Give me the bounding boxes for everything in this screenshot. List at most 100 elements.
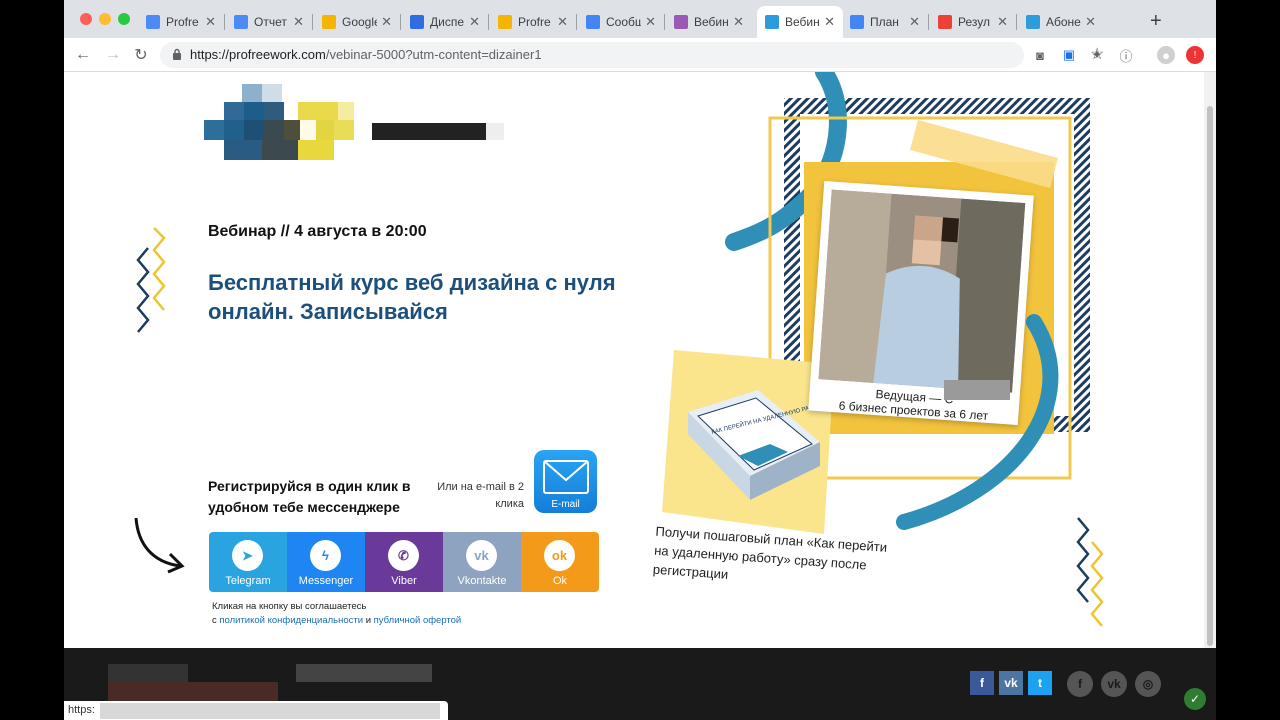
footer-blurred-text-2	[296, 664, 432, 682]
tab-8[interactable]: Вебин ✕	[757, 6, 843, 38]
minimize-window-button[interactable]	[99, 13, 111, 25]
tab-10[interactable]: Резул ✕	[930, 6, 1016, 38]
messenger-label: Telegram	[225, 575, 271, 587]
book-illustration: КАК ПЕРЕЙТИ НА УДАЛЕННУЮ РАБОТУ	[688, 390, 826, 500]
vkontakte-button[interactable]: vk Vkontakte	[443, 532, 521, 592]
facebook-icon[interactable]: f	[970, 671, 994, 695]
tab-close-icon[interactable]: ✕	[293, 14, 304, 30]
tab-6[interactable]: Сообщ ✕	[578, 6, 664, 38]
tab-separator	[664, 14, 665, 30]
tab-9[interactable]: План ✕	[842, 6, 928, 38]
tab-label: Вебин	[785, 15, 820, 29]
viber-button[interactable]: ✆ Viber	[365, 532, 443, 592]
tab-close-icon[interactable]: ✕	[909, 14, 920, 30]
tab-close-icon[interactable]: ✕	[645, 14, 656, 30]
gmail-icon	[938, 15, 952, 29]
browser-toolbar: ← → ↻ https://profreework.com/vebinar-50…	[64, 38, 1216, 72]
telegram-button[interactable]: ➤ Telegram	[209, 532, 287, 592]
tab-close-icon[interactable]: ✕	[205, 14, 216, 30]
tab-2[interactable]: Отчет ✕	[226, 6, 312, 38]
tab-11[interactable]: Абоне ✕	[1018, 6, 1104, 38]
consent-and: и	[365, 615, 372, 626]
public-offer-link[interactable]: публичной офертой	[374, 615, 462, 626]
alert-icon[interactable]: !	[1186, 46, 1204, 64]
email-register-button[interactable]: E-mail	[534, 450, 597, 513]
close-window-button[interactable]	[80, 13, 92, 25]
tab-separator	[400, 14, 401, 30]
tab-close-icon[interactable]: ✕	[381, 14, 392, 30]
puzzle-icon[interactable]: ✦	[1088, 46, 1106, 64]
scrollbar-thumb[interactable]	[1207, 106, 1213, 646]
host-name-blurred	[944, 380, 1010, 400]
twitter-icon[interactable]: t	[1028, 671, 1052, 695]
tab-separator	[928, 14, 929, 30]
maximize-window-button[interactable]	[118, 13, 130, 25]
privacy-policy-link[interactable]: политикой конфиденциальности	[219, 615, 363, 626]
analytics-icon	[322, 15, 336, 29]
register-title: Регистрируйся в один клик в удобном тебе…	[208, 478, 411, 515]
tab-label: Profre	[166, 15, 199, 29]
lock-icon	[173, 48, 181, 60]
curved-arrow-icon	[134, 517, 185, 574]
ok-button[interactable]: ok Ok	[521, 532, 599, 592]
vk-icon: vk	[466, 540, 497, 571]
telegram-icon: ➤	[232, 540, 263, 571]
camera-icon[interactable]: ◙	[1031, 46, 1049, 64]
tab-label: План	[870, 15, 899, 29]
docs-icon	[850, 15, 864, 29]
profile-avatar-icon[interactable]: ●	[1157, 46, 1175, 64]
forward-button[interactable]: →	[102, 44, 124, 66]
vk-round-icon[interactable]: vk	[1101, 671, 1127, 697]
tab-close-icon[interactable]: ✕	[557, 14, 568, 30]
tab-label: Диспе	[430, 15, 465, 29]
extension-icon[interactable]: ▣	[1060, 46, 1078, 64]
shield-check-icon[interactable]: ✓	[1184, 688, 1206, 710]
chat-icon	[586, 15, 600, 29]
vk-icon[interactable]: vk	[999, 671, 1023, 695]
figma-icon	[674, 15, 688, 29]
tab-close-icon[interactable]: ✕	[469, 14, 480, 30]
new-tab-button[interactable]: +	[1150, 10, 1162, 33]
tab-4[interactable]: Диспе ✕	[402, 6, 488, 38]
tab-strip: Profre ✕ Отчет ✕ Google ✕ Диспе ✕ Profre ✕ Сообщ ✕ В…	[64, 0, 1216, 38]
footer-blurred-text	[108, 664, 188, 682]
tab-3[interactable]: Google ✕	[314, 6, 400, 38]
tab-1[interactable]: Profre ✕	[138, 6, 224, 38]
tab-close-icon[interactable]: ✕	[1085, 14, 1096, 30]
tab-separator	[224, 14, 225, 30]
messenger-button[interactable]: ϟ Messenger	[287, 532, 365, 592]
tab-separator	[488, 14, 489, 30]
logo-text-blurred-end	[486, 123, 504, 140]
messenger-label: Messenger	[298, 575, 354, 587]
tab-label: Отчет	[254, 15, 287, 29]
address-bar[interactable]: https://profreework.com/vebinar-5000?utm…	[160, 42, 1104, 68]
tab-7[interactable]: Вебин ✕	[666, 6, 752, 38]
tab-label: Абоне	[1046, 15, 1081, 29]
headline: Бесплатный курс веб дизайна с нуля онлай…	[208, 270, 616, 324]
cloud-icon	[765, 15, 779, 29]
analytics-icon	[498, 15, 512, 29]
consent-line: Кликая на кнопку вы соглашаетесь	[212, 601, 367, 612]
messenger-icon: ϟ	[310, 540, 341, 571]
messenger-label: Viber	[391, 575, 417, 587]
instagram-icon[interactable]: ◎	[1135, 671, 1161, 697]
footer-blurred-block	[108, 682, 278, 702]
consent-text: Кликая на кнопку вы соглашаетесь с полит…	[212, 600, 461, 628]
messenger-label: Ok	[552, 575, 568, 587]
tab-separator	[576, 14, 577, 30]
facebook-round-icon[interactable]: f	[1067, 671, 1093, 697]
browser-window: Profre ✕ Отчет ✕ Google ✕ Диспе ✕ Profre ✕ Сообщ ✕ В…	[64, 0, 1216, 720]
tab-close-icon[interactable]: ✕	[733, 14, 744, 30]
consent-prefix: с	[212, 615, 217, 626]
odnoklassniki-icon: ok	[544, 540, 575, 571]
messenger-buttons: ➤ Telegram ϟ Messenger ✆ Viber vk Vkontakte ok Ok	[209, 532, 599, 592]
tab-close-icon[interactable]: ✕	[824, 14, 835, 30]
tab-close-icon[interactable]: ✕	[997, 14, 1008, 30]
page-scrollbar[interactable]	[1204, 72, 1216, 648]
tab-5[interactable]: Profre ✕	[490, 6, 576, 38]
reload-button[interactable]: ↻	[130, 44, 152, 66]
back-button[interactable]: ←	[72, 44, 94, 66]
info-icon[interactable]: ⓘ	[1117, 46, 1135, 64]
email-hint: Или на e-mail в 2 клика	[437, 481, 524, 510]
cloud-icon	[1026, 15, 1040, 29]
